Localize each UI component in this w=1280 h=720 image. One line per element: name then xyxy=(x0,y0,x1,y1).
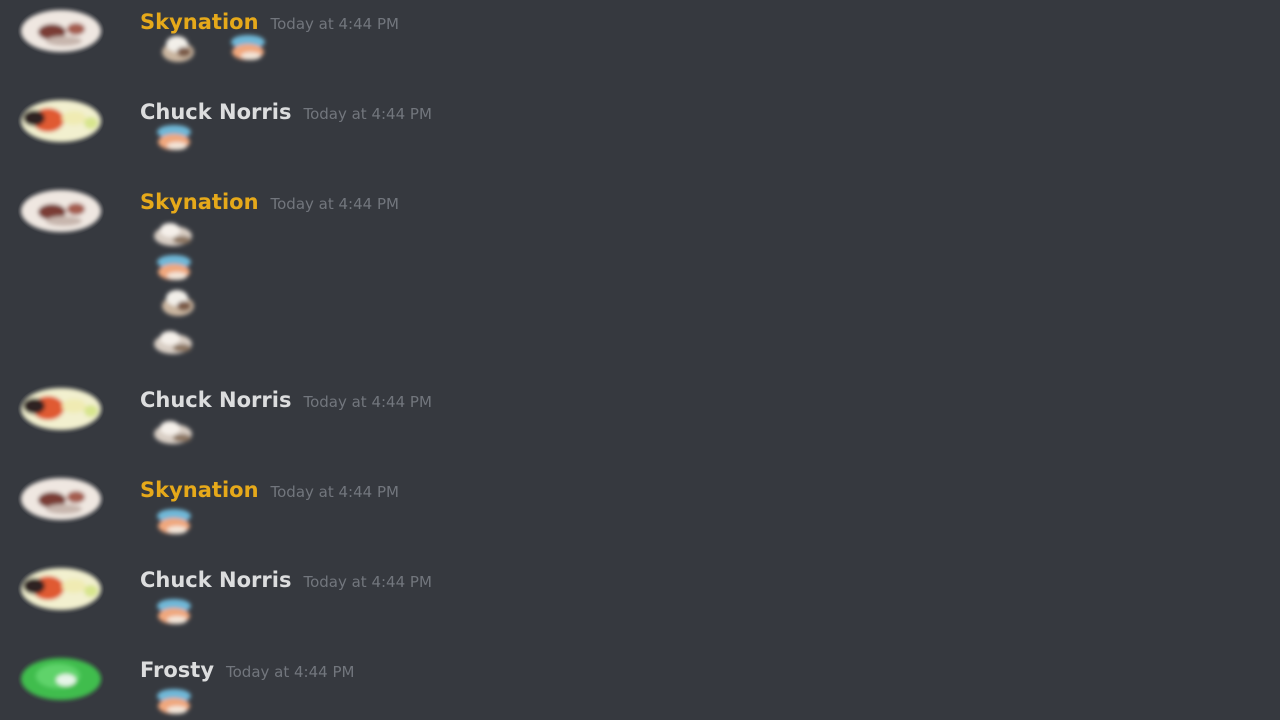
message: Chuck Norris Today at 4:44 PM xyxy=(0,96,1280,180)
skull-avatar[interactable] xyxy=(18,186,104,236)
username[interactable]: Skynation xyxy=(140,190,259,214)
message: Chuck Norris Today at 4:44 PM xyxy=(0,564,1280,648)
stack-emoji xyxy=(146,684,202,718)
message: Skynation Today at 4:44 PM xyxy=(0,186,1280,370)
message: Skynation Today at 4:44 PM xyxy=(0,474,1280,558)
stack-emoji xyxy=(146,504,202,538)
green-avatar[interactable] xyxy=(18,654,104,704)
fish-avatar[interactable] xyxy=(18,564,104,614)
message-header: Frosty Today at 4:44 PM xyxy=(140,658,354,682)
stack-emoji xyxy=(150,30,206,64)
timestamp: Today at 4:44 PM xyxy=(270,195,399,213)
timestamp: Today at 4:44 PM xyxy=(270,483,399,501)
chat-message-list: Skynation Today at 4:44 PM Chuck Norris … xyxy=(0,0,1280,720)
message: Skynation Today at 4:44 PM xyxy=(0,6,1280,90)
stack-emoji xyxy=(144,414,200,448)
message: Chuck Norris Today at 4:44 PM xyxy=(0,384,1280,468)
stack-emoji xyxy=(146,120,202,154)
stack-emoji xyxy=(144,324,200,358)
stack-emoji xyxy=(144,216,200,250)
fish-avatar[interactable] xyxy=(18,96,104,146)
stack-emoji xyxy=(150,284,206,318)
username[interactable]: Chuck Norris xyxy=(140,388,291,412)
username[interactable]: Frosty xyxy=(140,658,214,682)
timestamp: Today at 4:44 PM xyxy=(303,105,432,123)
skull-avatar[interactable] xyxy=(18,474,104,524)
stack-emoji xyxy=(220,30,276,64)
timestamp: Today at 4:44 PM xyxy=(303,393,432,411)
message-header: Skynation Today at 4:44 PM xyxy=(140,190,399,214)
username[interactable]: Chuck Norris xyxy=(140,568,291,592)
skull-avatar[interactable] xyxy=(18,6,104,56)
message-header: Skynation Today at 4:44 PM xyxy=(140,478,399,502)
timestamp: Today at 4:44 PM xyxy=(270,15,399,33)
stack-emoji xyxy=(146,594,202,628)
stack-emoji xyxy=(146,250,202,284)
message-header: Chuck Norris Today at 4:44 PM xyxy=(140,568,432,592)
message-header: Chuck Norris Today at 4:44 PM xyxy=(140,388,432,412)
timestamp: Today at 4:44 PM xyxy=(226,663,355,681)
fish-avatar[interactable] xyxy=(18,384,104,434)
message: Frosty Today at 4:44 PM xyxy=(0,654,1280,720)
timestamp: Today at 4:44 PM xyxy=(303,573,432,591)
username[interactable]: Skynation xyxy=(140,478,259,502)
